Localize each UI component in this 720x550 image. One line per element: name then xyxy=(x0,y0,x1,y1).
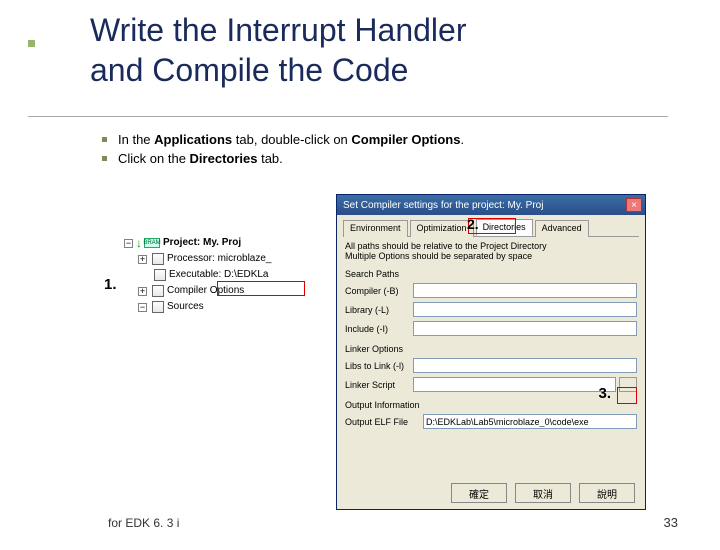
dialog-body: All paths should be relative to the Proj… xyxy=(345,241,637,429)
file-icon xyxy=(154,269,166,281)
file-icon xyxy=(152,301,164,313)
file-icon xyxy=(152,285,164,297)
tree-label: Sources xyxy=(167,299,204,315)
text: In the xyxy=(118,132,154,147)
collapse-icon[interactable]: − xyxy=(138,303,147,312)
callout-1: 1. xyxy=(104,277,117,293)
tree-node-sources[interactable]: − Sources xyxy=(124,299,271,315)
dialog-title: Set Compiler settings for the project: M… xyxy=(343,200,543,211)
bullet-icon xyxy=(102,137,107,142)
tree-node-processor[interactable]: + Processor: microblaze_ xyxy=(124,251,271,267)
info-text: Multiple Options should be separated by … xyxy=(345,251,637,261)
label-library: Library (-L) xyxy=(345,305,413,315)
label-linker-script: Linker Script xyxy=(345,380,413,390)
tab-advanced[interactable]: Advanced xyxy=(535,220,589,237)
close-button[interactable]: × xyxy=(626,198,642,212)
title-underline xyxy=(28,116,668,117)
decorative-square xyxy=(28,40,35,47)
tab-optimization[interactable]: Optimization xyxy=(410,220,474,237)
title-line1: Write the Interrupt Handler xyxy=(90,12,466,48)
bram-icon: BRAM xyxy=(144,238,160,248)
bullet-icon xyxy=(102,156,107,161)
compiler-settings-dialog: Set Compiler settings for the project: M… xyxy=(336,194,646,510)
row-libs-link: Libs to Link (-l) xyxy=(345,358,637,373)
title-line2: and Compile the Code xyxy=(90,52,408,88)
dialog-titlebar[interactable]: Set Compiler settings for the project: M… xyxy=(337,195,645,215)
text: Click on the xyxy=(118,151,190,166)
label-output-elf: Output ELF File xyxy=(345,417,423,427)
bullet-2: Click on the Directories tab. xyxy=(118,151,464,166)
input-include[interactable] xyxy=(413,321,637,336)
text: My. Proj xyxy=(203,237,241,248)
input-linker-script[interactable] xyxy=(413,377,616,392)
page-number: 33 xyxy=(664,515,678,530)
text: tab. xyxy=(257,151,282,166)
row-library: Library (-L) xyxy=(345,302,637,317)
row-compiler: Compiler (-B) xyxy=(345,283,637,298)
tree-label: Project: My. Proj xyxy=(163,235,241,251)
bold-text: Applications xyxy=(154,132,232,147)
input-libs-link[interactable] xyxy=(413,358,637,373)
highlight-box-3 xyxy=(617,387,637,404)
ok-button[interactable]: 確定 xyxy=(451,483,507,503)
text: Project: xyxy=(163,237,203,248)
collapse-icon[interactable]: − xyxy=(124,239,133,248)
row-linker-script: Linker Script ... xyxy=(345,377,637,392)
slide-title: Write the Interrupt Handler and Compile … xyxy=(90,10,720,90)
download-arrow-icon: ↓ xyxy=(136,235,142,251)
label-include: Include (-I) xyxy=(345,324,413,334)
project-tree: 1. − ↓ BRAM Project: My. Proj + Processo… xyxy=(124,235,271,315)
callout-3: 3. xyxy=(598,385,611,402)
tree-node-project[interactable]: − ↓ BRAM Project: My. Proj xyxy=(124,235,271,251)
group-search-paths: Search Paths xyxy=(345,269,637,279)
bold-text: Directories xyxy=(190,151,258,166)
expand-icon[interactable]: + xyxy=(138,255,147,264)
cancel-button[interactable]: 取消 xyxy=(515,483,571,503)
bullet-1: In the Applications tab, double-click on… xyxy=(118,132,464,147)
close-icon: × xyxy=(631,200,637,211)
label-compiler: Compiler (-B) xyxy=(345,286,413,296)
callout-2: 2. xyxy=(467,216,479,232)
bullet-list: In the Applications tab, double-click on… xyxy=(118,132,464,170)
input-output-elf[interactable] xyxy=(423,414,637,429)
text: . xyxy=(460,132,464,147)
info-text: All paths should be relative to the Proj… xyxy=(345,241,637,251)
expand-icon[interactable]: + xyxy=(138,287,147,296)
bold-text: Compiler Options xyxy=(351,132,460,147)
help-button[interactable]: 說明 xyxy=(579,483,635,503)
input-compiler[interactable] xyxy=(413,283,637,298)
dialog-buttons: 確定 取消 說明 xyxy=(451,483,635,503)
label-libs-link: Libs to Link (-l) xyxy=(345,361,413,371)
group-output-info: Output Information xyxy=(345,400,637,410)
group-linker-options: Linker Options xyxy=(345,344,637,354)
tab-environment[interactable]: Environment xyxy=(343,220,408,237)
row-include: Include (-I) xyxy=(345,321,637,336)
text: tab, double-click on xyxy=(232,132,351,147)
file-icon xyxy=(152,253,164,265)
tree-label: Processor: microblaze_ xyxy=(167,251,271,267)
highlight-box-1 xyxy=(217,281,305,296)
row-output-elf: Output ELF File xyxy=(345,414,637,429)
tab-strip: Environment Optimization Directories Adv… xyxy=(343,219,639,237)
footer-text: for EDK 6. 3 i xyxy=(108,516,179,530)
input-library[interactable] xyxy=(413,302,637,317)
